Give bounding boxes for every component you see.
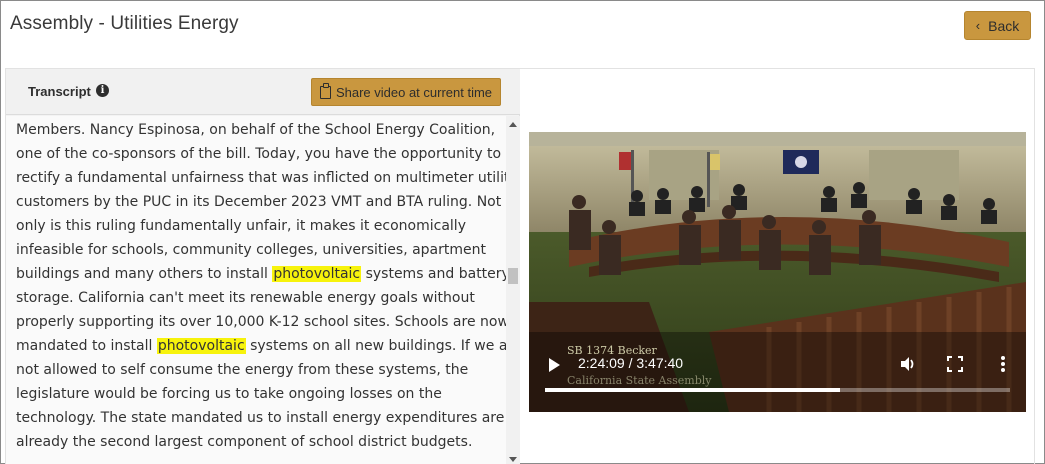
transcript-line: infeasible for schools, community colleg…: [16, 238, 496, 262]
scroll-up-arrow-icon[interactable]: [509, 122, 517, 127]
transcript-body[interactable]: y ...y ... ... ...pp...p... ... ... ... …: [6, 116, 506, 464]
transcript-segment: storage. California can't meet its renew…: [16, 290, 475, 306]
transcript-segment: only is this ruling fundamentally unfair…: [16, 218, 466, 234]
volume-icon[interactable]: [899, 355, 917, 373]
transcript-line: technology. The state mandated us to ins…: [16, 406, 504, 430]
transcript-line: legislature would be forcing us to take …: [16, 382, 496, 406]
video-progress-fill: [545, 388, 840, 392]
video-progress-bar[interactable]: [545, 388, 1010, 392]
info-icon[interactable]: i: [96, 84, 109, 97]
fullscreen-icon[interactable]: [947, 356, 963, 372]
play-icon[interactable]: [549, 358, 560, 372]
transcript-segment: mandated to install: [16, 338, 157, 354]
transcript-line: only is this ruling fundamentally unfair…: [16, 214, 496, 238]
video-caption-overlay-sub: California State Assembly: [567, 374, 712, 387]
transcript-line: buildings and many others to install pho…: [16, 262, 506, 286]
scroll-thumb[interactable]: [508, 268, 518, 284]
video-controls: SB 1374 Becker California State Assembly…: [529, 344, 1026, 412]
video-player[interactable]: SB 1374 Becker California State Assembly…: [529, 132, 1026, 412]
app-window: Assembly - Utilities Energy ‹ Back Trans…: [0, 0, 1045, 464]
transcript-line: storage. California can't meet its renew…: [16, 286, 496, 310]
transcript-segment: not allowed to self consume the energy f…: [16, 362, 469, 378]
transcript-line: one of the co-sponsors of the bill. Toda…: [16, 142, 501, 166]
back-button[interactable]: ‹ Back: [964, 11, 1031, 40]
transcript-label: Transcript: [28, 84, 91, 99]
transcript-segment: one of the co-sponsors of the bill. Toda…: [16, 146, 502, 162]
transcript-segment: customers by the PUC in its December 202…: [16, 194, 502, 210]
search-highlight: photovoltaic: [156, 338, 246, 354]
chevron-left-icon: ‹: [975, 18, 981, 33]
share-video-button[interactable]: Share video at current time: [311, 78, 501, 106]
more-vert-icon[interactable]: [1000, 355, 1006, 373]
transcript-segment: technology. The state mandated us to ins…: [16, 410, 505, 426]
transcript-panel: Transcript i Share video at current time…: [6, 69, 520, 464]
transcript-line: not allowed to self consume the energy f…: [16, 358, 496, 382]
transcript-segment: properly supporting its over 10,000 K-12…: [16, 314, 506, 330]
transcript-segment: legislature would be forcing us to take …: [16, 386, 442, 402]
transcript-line: mandated to install photovoltaic systems…: [16, 334, 506, 358]
transcript-segment: rectify a fundamental unfairness that wa…: [16, 170, 506, 186]
transcript-scrollbar[interactable]: [506, 116, 520, 464]
transcript-line: already the second largest component of …: [16, 430, 496, 454]
transcript-line: properly supporting its over 10,000 K-12…: [16, 310, 506, 334]
video-time-display: 2:24:09 / 3:47:40: [578, 355, 684, 371]
transcript-segment: systems on all new buildings. If we are: [245, 338, 506, 354]
transcript-line: rectify a fundamental unfairness that wa…: [16, 166, 506, 190]
transcript-text: y ...y ... ... ...pp...p... ... ... ... …: [16, 116, 506, 454]
transcript-segment: buildings and many others to install: [16, 266, 273, 282]
transcript-segment: systems and battery: [361, 266, 506, 282]
share-button-label: Share video at current time: [335, 84, 493, 100]
transcript-segment: infeasible for schools, community colleg…: [16, 242, 486, 258]
back-button-label: Back: [988, 17, 1020, 34]
page-title: Assembly - Utilities Energy: [10, 13, 239, 34]
transcript-line: Members. Nancy Espinosa, on behalf of th…: [16, 118, 496, 142]
content-area: Transcript i Share video at current time…: [5, 68, 1035, 464]
transcript-header: Transcript i Share video at current time: [6, 69, 520, 115]
search-highlight: photovoltaic: [272, 266, 362, 282]
clipboard-icon: [319, 82, 331, 99]
scroll-down-arrow-icon[interactable]: [509, 457, 517, 462]
transcript-line: customers by the PUC in its December 202…: [16, 190, 501, 214]
transcript-segment: already the second largest component of …: [16, 434, 473, 450]
transcript-segment: Members. Nancy Espinosa, on behalf of th…: [16, 122, 496, 138]
